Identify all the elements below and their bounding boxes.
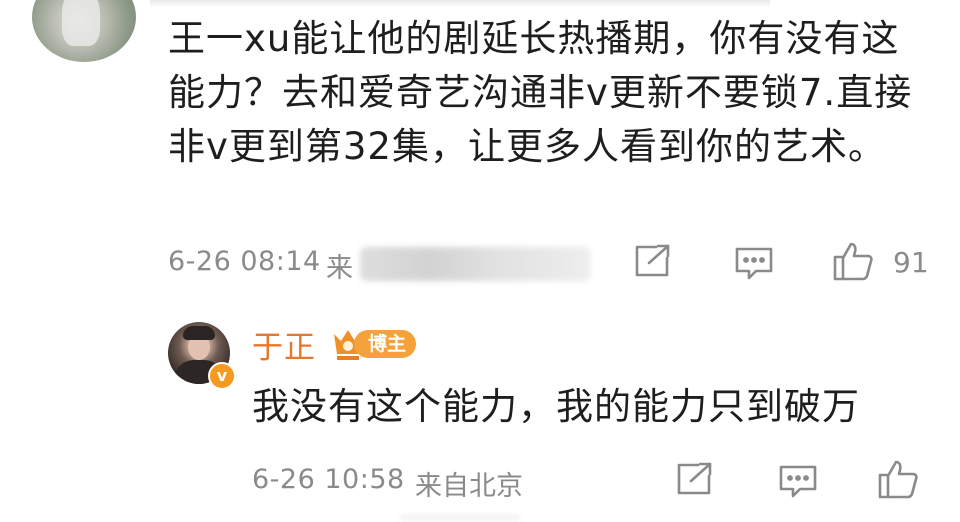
like-count: 91: [893, 246, 929, 279]
reply-timestamp: 6-26 10:58: [252, 464, 405, 495]
blurred-source-text: [360, 247, 590, 281]
thumbs-up-icon[interactable]: [877, 458, 919, 500]
comment-source-label: 来: [326, 253, 353, 284]
reply-text: 我没有这个能力，我的能力只到破万: [252, 385, 860, 428]
comment-icon[interactable]: [778, 464, 818, 498]
verified-badge-icon: v: [208, 362, 236, 390]
comment-timestamp: 6-26 08:14: [168, 246, 321, 277]
next-item-edge: [400, 514, 520, 522]
comment-icon[interactable]: [734, 246, 774, 280]
share-icon[interactable]: [676, 462, 714, 496]
blogger-badge: 博主: [354, 330, 417, 358]
comment-text: 王一xu能让他的剧延长热播期，你有没有这能力？去和爱奇艺沟通非v更新不要锁7.直…: [168, 17, 913, 168]
reply-location: 来自北京: [415, 471, 523, 502]
previous-item-edge: [150, 0, 770, 6]
commenter-avatar[interactable]: [32, 0, 136, 62]
thumbs-up-icon[interactable]: [832, 240, 874, 282]
reply-author-name[interactable]: 于正: [252, 322, 316, 367]
share-icon[interactable]: [634, 244, 672, 278]
